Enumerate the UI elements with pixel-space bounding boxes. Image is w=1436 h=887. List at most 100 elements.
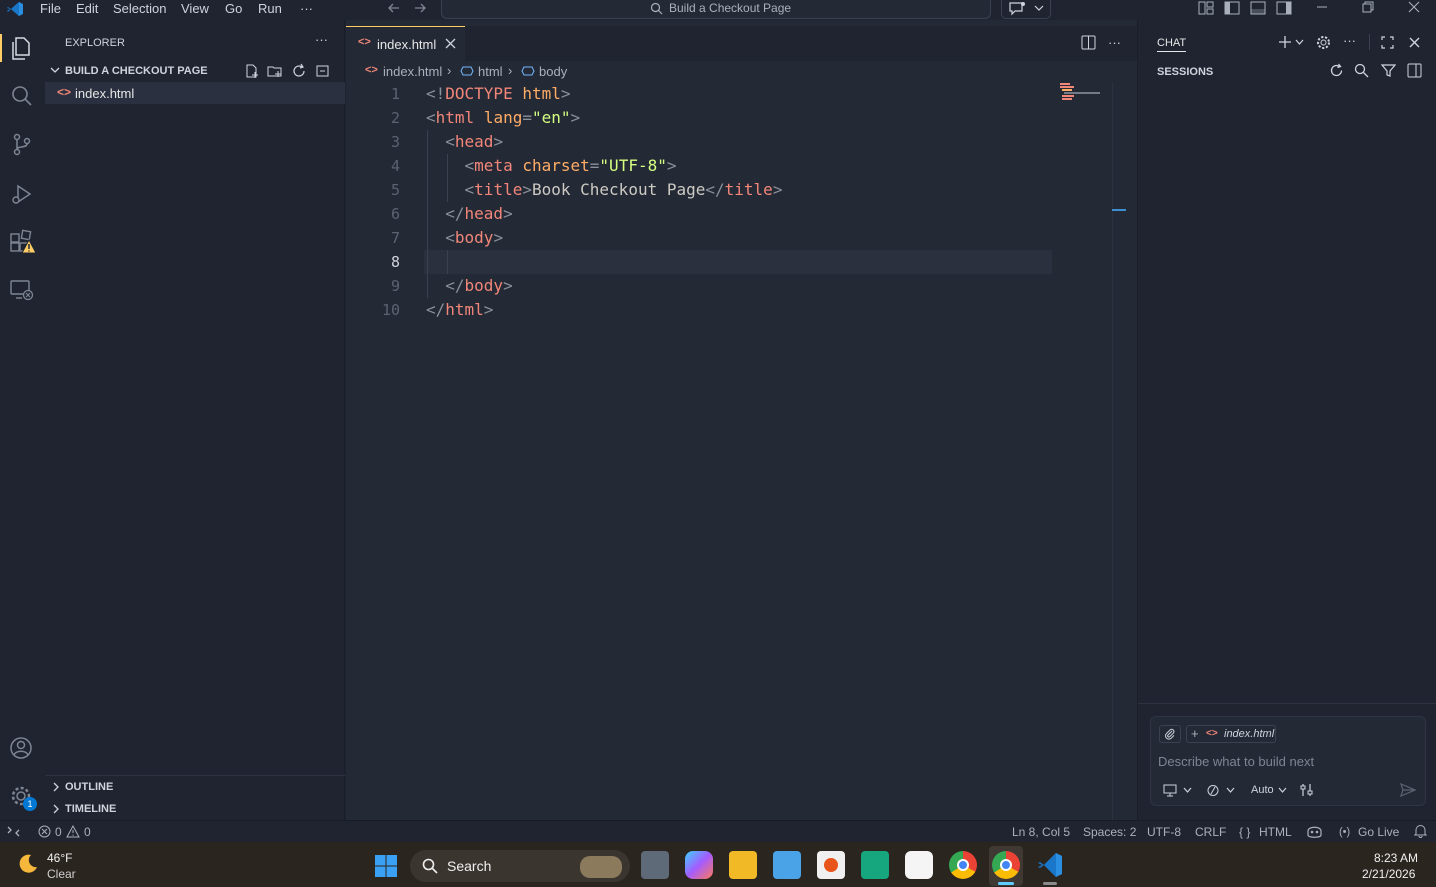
tab-index-html[interactable]: <> index.html <box>346 26 465 61</box>
chevron-down-icon[interactable] <box>1295 39 1304 46</box>
vscode-taskbar-icon[interactable] <box>1037 852 1063 878</box>
code-editor[interactable]: 1 2 3 4 5 6 7 8 9 10 <!DOCTYPE html> <ht… <box>346 82 1126 820</box>
chrome-icon[interactable] <box>949 851 977 879</box>
close-tab-icon[interactable] <box>445 38 456 49</box>
chevron-down-icon[interactable] <box>1183 787 1192 794</box>
attach-button[interactable] <box>1159 725 1181 743</box>
vscode-logo-icon[interactable] <box>6 1 24 17</box>
forward-arrow-icon[interactable] <box>413 1 427 15</box>
menu-file[interactable]: File <box>40 0 61 18</box>
sidebar-more-button[interactable]: ··· <box>315 32 328 47</box>
settings-gear-icon[interactable] <box>1316 35 1331 50</box>
windows-start-icon[interactable] <box>374 854 398 878</box>
file-item-index-html[interactable]: <> index.html <box>45 82 345 104</box>
app-icon-p[interactable] <box>861 851 889 879</box>
send-icon[interactable] <box>1400 783 1416 797</box>
new-folder-icon[interactable] <box>267 63 283 79</box>
timeline-section[interactable]: TIMELINE <box>45 799 345 819</box>
weather-condition[interactable]: Clear <box>47 867 76 881</box>
indentation[interactable]: Spaces: 2 <box>1083 825 1136 841</box>
task-view-icon[interactable] <box>641 851 669 879</box>
editor-more-button[interactable]: ··· <box>1108 35 1121 50</box>
app-icon-face[interactable] <box>905 851 933 879</box>
source-control-icon[interactable] <box>8 130 36 158</box>
refresh-icon[interactable] <box>291 63 307 79</box>
minimap[interactable] <box>1060 82 1100 106</box>
chat-tab[interactable]: CHAT <box>1157 37 1187 52</box>
outline-label: OUTLINE <box>65 781 114 793</box>
vertical-scrollbar[interactable] <box>1112 82 1126 820</box>
close-panel-icon[interactable] <box>1409 37 1420 48</box>
code-line: <head> <box>445 132 504 151</box>
breadcrumb-html[interactable]: html <box>478 64 503 79</box>
chrome-profile-icon[interactable] <box>992 851 1020 879</box>
new-chat-plus-icon[interactable] <box>1278 35 1292 49</box>
filter-icon[interactable] <box>1381 63 1396 78</box>
breadcrumb-body[interactable]: body <box>539 64 567 79</box>
menu-selection[interactable]: Selection <box>113 0 166 18</box>
model-picker[interactable]: Auto <box>1251 784 1274 796</box>
toggle-secondary-sidebar-icon[interactable] <box>1276 1 1292 15</box>
error-icon[interactable] <box>38 825 51 838</box>
tools-icon[interactable] <box>1300 783 1314 797</box>
remote-indicator-icon[interactable] <box>7 825 20 838</box>
copilot-menu-button[interactable] <box>1001 0 1051 19</box>
chat-more-button[interactable]: ··· <box>1343 33 1356 48</box>
downloader-app-icon[interactable] <box>817 851 845 879</box>
toggle-sessions-layout-icon[interactable] <box>1407 63 1422 78</box>
warning-badge-icon <box>21 239 37 254</box>
taskbar-search[interactable]: Search <box>410 850 630 882</box>
refresh-icon[interactable] <box>1329 63 1344 78</box>
notepad-icon[interactable] <box>773 851 801 879</box>
warning-icon[interactable] <box>66 825 80 838</box>
run-debug-icon[interactable] <box>8 180 36 208</box>
outline-section[interactable]: OUTLINE <box>45 777 345 797</box>
chevron-down-icon[interactable] <box>1278 787 1287 794</box>
copilot-icon[interactable] <box>1306 824 1323 839</box>
new-file-icon[interactable] <box>244 63 260 79</box>
maximize-icon[interactable] <box>1381 36 1394 49</box>
restore-icon[interactable] <box>1362 1 1374 13</box>
accounts-icon[interactable] <box>8 734 36 762</box>
warning-count[interactable]: 0 <box>84 825 91 841</box>
remote-explorer-icon[interactable] <box>8 276 36 304</box>
menu-more[interactable]: ··· <box>300 0 313 18</box>
close-window-icon[interactable] <box>1408 1 1420 13</box>
context-file-chip[interactable]: + <> index.html <box>1186 725 1276 743</box>
mode-icon[interactable] <box>1206 784 1220 797</box>
folder-header[interactable]: BUILD A CHECKOUT PAGE <box>45 60 345 82</box>
split-editor-icon[interactable] <box>1081 35 1096 50</box>
chat-input-placeholder[interactable]: Describe what to build next <box>1158 754 1314 769</box>
language-mode[interactable]: HTML <box>1259 825 1292 841</box>
moon-weather-icon[interactable] <box>16 852 40 876</box>
chevron-down-icon[interactable] <box>1226 787 1235 794</box>
minimize-icon[interactable] <box>1316 1 1328 13</box>
copilot-app-icon[interactable] <box>685 851 713 879</box>
weather-temperature[interactable]: 46°F <box>47 851 72 865</box>
search-icon[interactable] <box>8 82 36 110</box>
go-live-button[interactable]: Go Live <box>1358 825 1399 841</box>
toggle-primary-sidebar-icon[interactable] <box>1224 1 1240 15</box>
breadcrumb-file[interactable]: index.html <box>383 64 442 79</box>
menu-edit[interactable]: Edit <box>76 0 98 18</box>
clock-time[interactable]: 8:23 AM <box>1374 851 1418 865</box>
toggle-panel-icon[interactable] <box>1250 1 1266 15</box>
agent-target-icon[interactable] <box>1163 784 1177 797</box>
customize-layout-icon[interactable] <box>1198 1 1214 15</box>
html-file-icon: <> <box>57 85 72 99</box>
collapse-all-icon[interactable] <box>315 63 331 79</box>
error-count[interactable]: 0 <box>55 825 62 841</box>
menu-view[interactable]: View <box>181 0 209 18</box>
bell-icon[interactable] <box>1414 824 1427 838</box>
line-ending[interactable]: CRLF <box>1195 825 1226 841</box>
back-arrow-icon[interactable] <box>387 1 401 15</box>
clock-date[interactable]: 2/21/2026 <box>1362 867 1415 881</box>
encoding[interactable]: UTF-8 <box>1147 825 1181 841</box>
cursor-position[interactable]: Ln 8, Col 5 <box>1012 825 1070 841</box>
explorer-icon[interactable] <box>8 34 36 62</box>
menu-run[interactable]: Run <box>258 0 282 18</box>
file-explorer-icon[interactable] <box>729 851 757 879</box>
command-center[interactable]: Build a Checkout Page <box>441 0 991 19</box>
search-icon[interactable] <box>1354 63 1369 78</box>
menu-go[interactable]: Go <box>225 0 242 18</box>
